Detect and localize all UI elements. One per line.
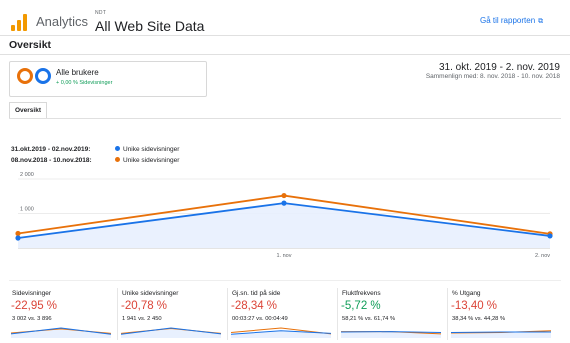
kpi-label: Fluktfrekvens [342, 290, 381, 297]
y-tick-label: 2 000 [20, 172, 34, 178]
kpi-value: -22,95 % [11, 300, 58, 312]
segment-card[interactable]: Alle brukere + 0,00 % Sidevisninger [9, 61, 207, 97]
header-divider [0, 35, 570, 36]
go-to-report-label[interactable]: Gå til rapporten [480, 16, 535, 25]
kpi-label: Sidevisninger [12, 290, 52, 297]
view-name[interactable]: All Web Site Data [95, 18, 204, 34]
data-point-current [547, 233, 553, 239]
segment-name: Alle brukere [56, 68, 99, 77]
title-divider [0, 54, 570, 55]
kpi-label: % Utgang [452, 290, 481, 297]
kpi-compare: 3 002 vs. 3 896 [12, 316, 52, 322]
kpi-card[interactable]: Unike sidevisninger -20,78 % 1 941 vs. 2 4… [119, 285, 226, 341]
kpi-value: -13,40 % [451, 300, 498, 312]
legend-dot-previous [115, 157, 120, 162]
kpi-label: Gj.sn. tid på side [232, 290, 281, 297]
kpi-divider [337, 288, 338, 340]
data-point-current [15, 235, 21, 241]
kpi-value: -5,72 % [341, 300, 381, 312]
page-title: Oversikt [9, 39, 52, 51]
kpi-label: Unike sidevisninger [122, 290, 179, 297]
segment-ring-icon [35, 68, 51, 84]
go-to-report-link[interactable]: Gå til rapporten ⧉ [480, 16, 543, 26]
kpi-compare: 38,34 % vs. 44,28 % [452, 316, 506, 322]
kpi-sparkline [11, 327, 111, 338]
date-range[interactable]: 31. okt. 2019 - 2. nov. 2019 [360, 62, 560, 73]
legend-dot-current [115, 146, 120, 151]
kpi-sparkline [451, 330, 551, 338]
kpi-sparkline [341, 331, 441, 338]
segment-ring-icon [17, 68, 33, 84]
account-label: NDT [95, 10, 107, 16]
tab-oversikt[interactable]: Oversikt [9, 102, 47, 118]
x-tick-label: 1. nov [277, 253, 292, 259]
data-point-previous [15, 230, 21, 237]
chart-divider [9, 280, 561, 281]
legend-date-range: 08.nov.2018 - 10.nov.2018: [11, 157, 92, 164]
kpi-card[interactable]: % Utgang -13,40 % 38,34 % vs. 44,28 % [449, 285, 556, 341]
kpi-compare: 1 941 vs. 2 450 [122, 316, 162, 322]
kpi-card[interactable]: Gj.sn. tid på side -28,34 % 00:03:27 vs. 0… [229, 285, 336, 341]
external-link-icon[interactable]: ⧉ [538, 18, 543, 25]
kpi-divider [227, 288, 228, 340]
y-tick-label: 1 000 [20, 207, 34, 213]
kpi-value: -20,78 % [121, 300, 168, 312]
compare-range: Sammenlign med: 8. nov. 2018 - 10. nov. … [425, 73, 560, 80]
kpi-card[interactable]: Fluktfrekvens -5,72 % 58,21 % vs. 61,74 % [339, 285, 446, 341]
legend-metric: Unike sidevisninger [123, 146, 180, 153]
segment-subtitle: + 0,00 % Sidevisninger [56, 80, 113, 86]
kpi-sparkline [231, 327, 331, 338]
data-point-previous [281, 192, 287, 199]
kpi-card[interactable]: Sidevisninger -22,95 % 3 002 vs. 3 896 [9, 285, 116, 341]
legend-metric: Unike sidevisninger [123, 157, 180, 164]
sparkline-area [11, 328, 111, 338]
line-chart: 2 000 1 000 1. nov 2. nov [15, 172, 553, 259]
legend-row-current: 31.okt.2019 - 02.nov.2019: Unike sidevisn… [11, 146, 179, 153]
x-tick-label: 2. nov [535, 253, 550, 259]
tab-divider [9, 118, 561, 119]
kpi-compare: 58,21 % vs. 61,74 % [342, 316, 396, 322]
app-name: Analytics [36, 14, 89, 29]
data-point-current [281, 200, 287, 206]
sparkline-area [121, 328, 221, 338]
kpi-divider [447, 288, 448, 340]
legend-date-range: 31.okt.2019 - 02.nov.2019: [11, 146, 91, 153]
kpi-sparkline [121, 327, 221, 338]
analytics-logo-icon [11, 13, 29, 31]
kpi-divider [117, 288, 118, 340]
kpi-compare: 00:03:27 vs. 00:04:49 [232, 316, 288, 322]
kpi-value: -28,34 % [231, 300, 278, 312]
legend-row-previous: 08.nov.2018 - 10.nov.2018: Unike sidevisn… [11, 157, 179, 164]
